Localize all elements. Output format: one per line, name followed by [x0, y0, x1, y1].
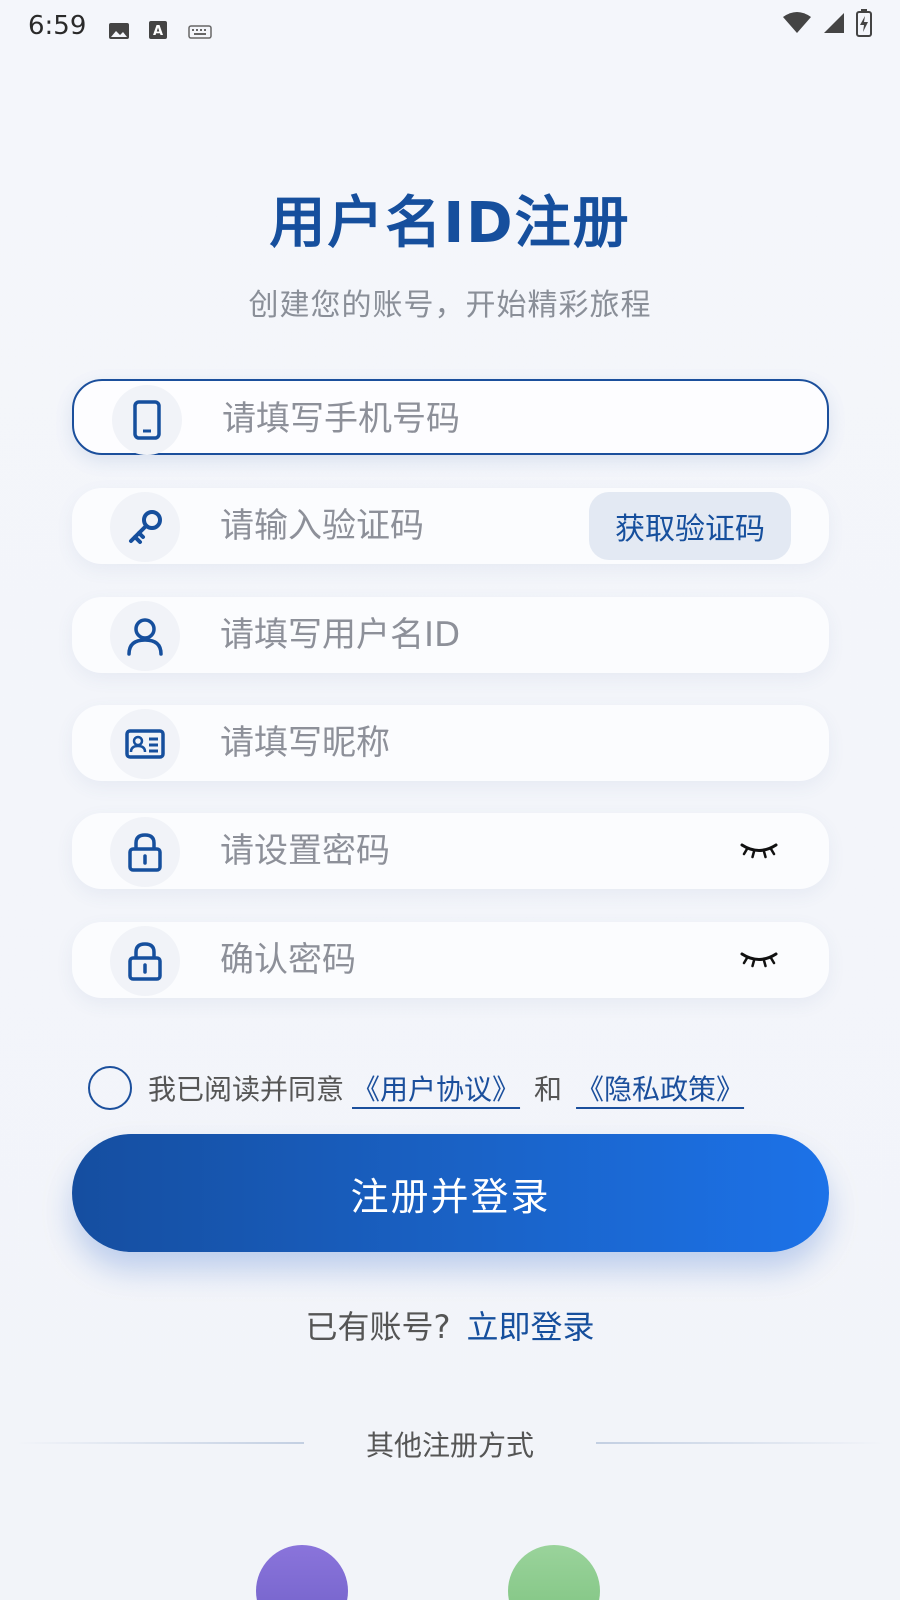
divider-line-right: [596, 1442, 886, 1444]
page-subtitle: 创建您的账号，开始精彩旅程: [248, 288, 652, 323]
social-login-button-purple[interactable]: [256, 1545, 348, 1600]
login-prompt: 已有账号? 立即登录: [0, 1302, 900, 1348]
login-prompt-text: 已有账号?: [305, 1308, 451, 1346]
wifi-icon: [782, 11, 812, 42]
privacy-policy-link[interactable]: 《隐私政策》: [576, 1068, 744, 1108]
get-code-button[interactable]: 获取验证码: [589, 492, 791, 560]
image-icon: [108, 17, 130, 39]
confirm-password-input[interactable]: [220, 922, 640, 998]
lock-icon: [110, 926, 180, 996]
id-card-icon: [110, 709, 180, 779]
agreement-row: 我已阅读并同意 《用户协议》 和 《隐私政策》: [88, 1066, 752, 1110]
username-input[interactable]: [220, 597, 640, 673]
login-link[interactable]: 立即登录: [466, 1308, 594, 1346]
keyboard-icon: [188, 17, 213, 39]
user-agreement-link[interactable]: 《用户协议》: [352, 1068, 520, 1108]
phone-field[interactable]: [72, 379, 829, 457]
other-methods-label: 其他注册方式: [365, 1429, 534, 1462]
agreement-and: 和: [534, 1073, 563, 1106]
key-icon: [110, 492, 180, 562]
other-methods-divider: 其他注册方式: [0, 1424, 900, 1464]
username-field[interactable]: [72, 597, 829, 673]
font-icon: A: [148, 17, 170, 39]
lock-icon: [110, 817, 180, 887]
battery-icon: [856, 8, 872, 44]
confirm-password-field[interactable]: [72, 922, 829, 998]
password-field[interactable]: [72, 813, 829, 889]
page-title: 用户名ID注册: [269, 191, 631, 256]
nickname-input[interactable]: [220, 705, 640, 781]
svg-text:A: A: [153, 24, 163, 39]
code-field[interactable]: 获取验证码: [72, 488, 829, 564]
status-time: 6:59: [28, 11, 87, 41]
nickname-field[interactable]: [72, 705, 829, 781]
signal-icon: [822, 11, 846, 42]
phone-input[interactable]: [222, 381, 642, 457]
register-login-button[interactable]: 注册并登录: [72, 1134, 829, 1252]
user-icon: [110, 601, 180, 671]
password-input[interactable]: [220, 813, 640, 889]
status-bar: 6:59 A: [0, 0, 900, 52]
agreement-checkbox[interactable]: [88, 1066, 132, 1110]
social-login-button-green[interactable]: [508, 1545, 600, 1600]
eye-closed-icon[interactable]: [739, 944, 779, 974]
eye-closed-icon[interactable]: [739, 835, 779, 865]
agreement-prefix: 我已阅读并同意: [148, 1073, 345, 1106]
code-input[interactable]: [220, 488, 640, 564]
phone-icon: [112, 385, 182, 455]
